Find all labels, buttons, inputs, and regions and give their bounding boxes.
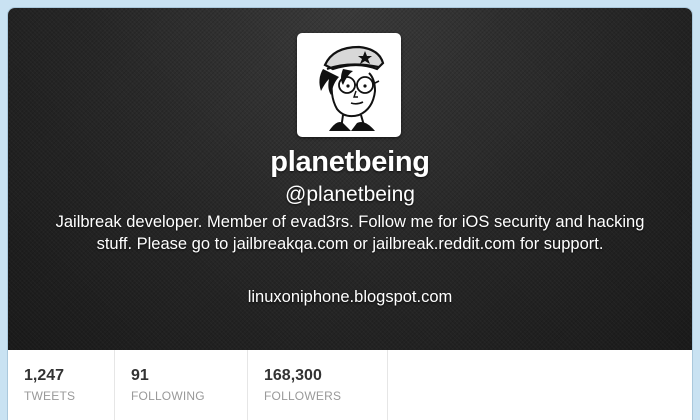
avatar[interactable] — [297, 33, 401, 137]
stat-followers-value: 168,300 — [264, 367, 322, 384]
stat-followers[interactable]: 168,300 FOLLOWERS — [248, 350, 388, 420]
profile-handle: @planetbeing — [285, 183, 415, 206]
stat-following-label: FOLLOWING — [131, 389, 205, 403]
profile-card: planetbeing @planetbeing Jailbreak devel… — [8, 8, 692, 420]
stat-following-value: 91 — [131, 367, 149, 384]
cartoon-portrait-icon — [303, 39, 395, 131]
profile-name[interactable]: planetbeing — [8, 146, 692, 179]
profile-bio: Jailbreak developer. Member of evad3rs. … — [55, 213, 645, 253]
profile-stats: 1,247 TWEETS 91 FOLLOWING 168,300 FOLLOW… — [8, 350, 692, 420]
stat-tweets[interactable]: 1,247 TWEETS — [8, 350, 115, 420]
profile-url-link[interactable]: linuxoniphone.blogspot.com — [8, 288, 692, 307]
stat-tweets-value: 1,247 — [24, 367, 65, 384]
profile-header: planetbeing @planetbeing Jailbreak devel… — [8, 8, 692, 350]
stat-following[interactable]: 91 FOLLOWING — [115, 350, 248, 420]
stat-tweets-label: TWEETS — [24, 389, 76, 403]
stat-followers-label: FOLLOWERS — [264, 389, 342, 403]
